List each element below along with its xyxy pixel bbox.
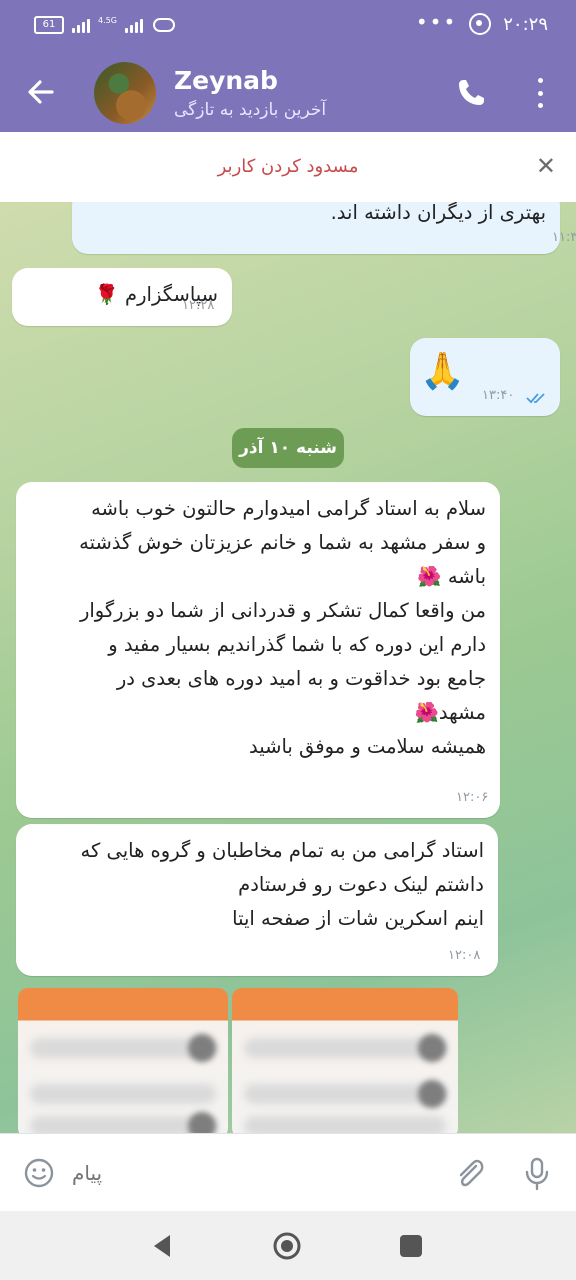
- emoji-button[interactable]: [24, 1158, 54, 1188]
- microphone-icon: [525, 1157, 549, 1191]
- message-time: ۱۱:۳۵: [552, 230, 576, 245]
- paperclip-icon: [459, 1159, 484, 1187]
- nav-home-button[interactable]: [272, 1231, 302, 1261]
- attach-button[interactable]: [454, 1156, 484, 1190]
- nav-back-button[interactable]: [150, 1233, 174, 1259]
- message-list[interactable]: بهتری از دیگران داشته اند. ۱۱:۳۵ سپاسگزا…: [0, 202, 576, 1133]
- message-text: استاد گرامی من به تمام مخاطبان و گروه ها…: [80, 839, 484, 930]
- notification-dots: •••: [415, 10, 458, 34]
- message-time: ۱۲:۰۸: [448, 948, 481, 963]
- nav-recents-button[interactable]: [400, 1235, 422, 1257]
- network-type: 4.5G: [98, 16, 117, 25]
- status-right-group: ••• ۲۰:۲۹: [415, 10, 548, 35]
- last-seen-status: آخرین بازدید به تازگی: [174, 100, 327, 120]
- message-time: ۱۲:۰۶: [456, 790, 489, 805]
- triangle-back-icon: [154, 1235, 170, 1257]
- signal-icon-2: [124, 17, 143, 33]
- circle-home-icon: [273, 1232, 301, 1260]
- call-button[interactable]: [454, 76, 488, 110]
- status-left-group: 61 4.5G: [34, 16, 175, 34]
- message-input[interactable]: [72, 1156, 272, 1190]
- banner-close-button[interactable]: ✕: [536, 154, 556, 178]
- screenshot-image-right[interactable]: [232, 988, 458, 1133]
- link-icon: [152, 18, 175, 32]
- message-text: 🙏: [420, 351, 465, 392]
- status-bar: 61 4.5G ••• ۲۰:۲۹: [0, 0, 576, 52]
- back-button[interactable]: [26, 74, 56, 110]
- eitaa-app-icon: [469, 13, 492, 35]
- screenshot-image-left[interactable]: [18, 988, 228, 1133]
- avatar[interactable]: [94, 62, 156, 124]
- status-clock: ۲۰:۲۹: [503, 13, 548, 35]
- message-bubble-incoming[interactable]: سپاسگزارم 🌹 ۱۲:۲۸: [12, 268, 232, 326]
- message-time: ۱۳:۴۰: [482, 388, 515, 403]
- message-text: بهتری از دیگران داشته اند.: [330, 202, 546, 224]
- battery-level: 61: [42, 19, 56, 30]
- arrow-left-icon: [28, 80, 54, 104]
- message-text: سلام به استاد گرامی امیدوارم حالتون خوب …: [79, 497, 486, 758]
- date-separator: شنبه ۱۰ آذر: [232, 428, 344, 468]
- message-composer: [0, 1133, 576, 1212]
- phone-icon: [459, 80, 484, 105]
- message-time: ۱۲:۲۸: [182, 298, 215, 313]
- battery-icon: 61: [34, 16, 64, 34]
- emoji-icon: [24, 1158, 54, 1188]
- message-bubble-incoming[interactable]: سلام به استاد گرامی امیدوارم حالتون خوب …: [16, 482, 500, 818]
- signal-icon: [72, 17, 90, 33]
- block-user-banner: مسدود کردن کاربر ✕: [0, 132, 576, 203]
- chat-header: Zeynab آخرین بازدید به تازگی: [0, 52, 576, 132]
- contact-name[interactable]: Zeynab: [174, 66, 278, 95]
- message-bubble-outgoing[interactable]: 🙏 ۱۳:۴۰: [410, 338, 560, 416]
- message-bubble-incoming[interactable]: استاد گرامی من به تمام مخاطبان و گروه ها…: [16, 824, 498, 976]
- more-vertical-icon: [537, 78, 543, 83]
- close-icon: ✕: [535, 152, 556, 180]
- double-check-icon: [526, 393, 545, 404]
- voice-record-button[interactable]: [522, 1156, 552, 1192]
- system-nav-bar: [0, 1211, 576, 1280]
- message-bubble-outgoing[interactable]: بهتری از دیگران داشته اند. ۱۱:۳۵: [72, 202, 576, 254]
- more-options-button[interactable]: [532, 78, 548, 108]
- block-user-button[interactable]: مسدود کردن کاربر: [0, 156, 576, 177]
